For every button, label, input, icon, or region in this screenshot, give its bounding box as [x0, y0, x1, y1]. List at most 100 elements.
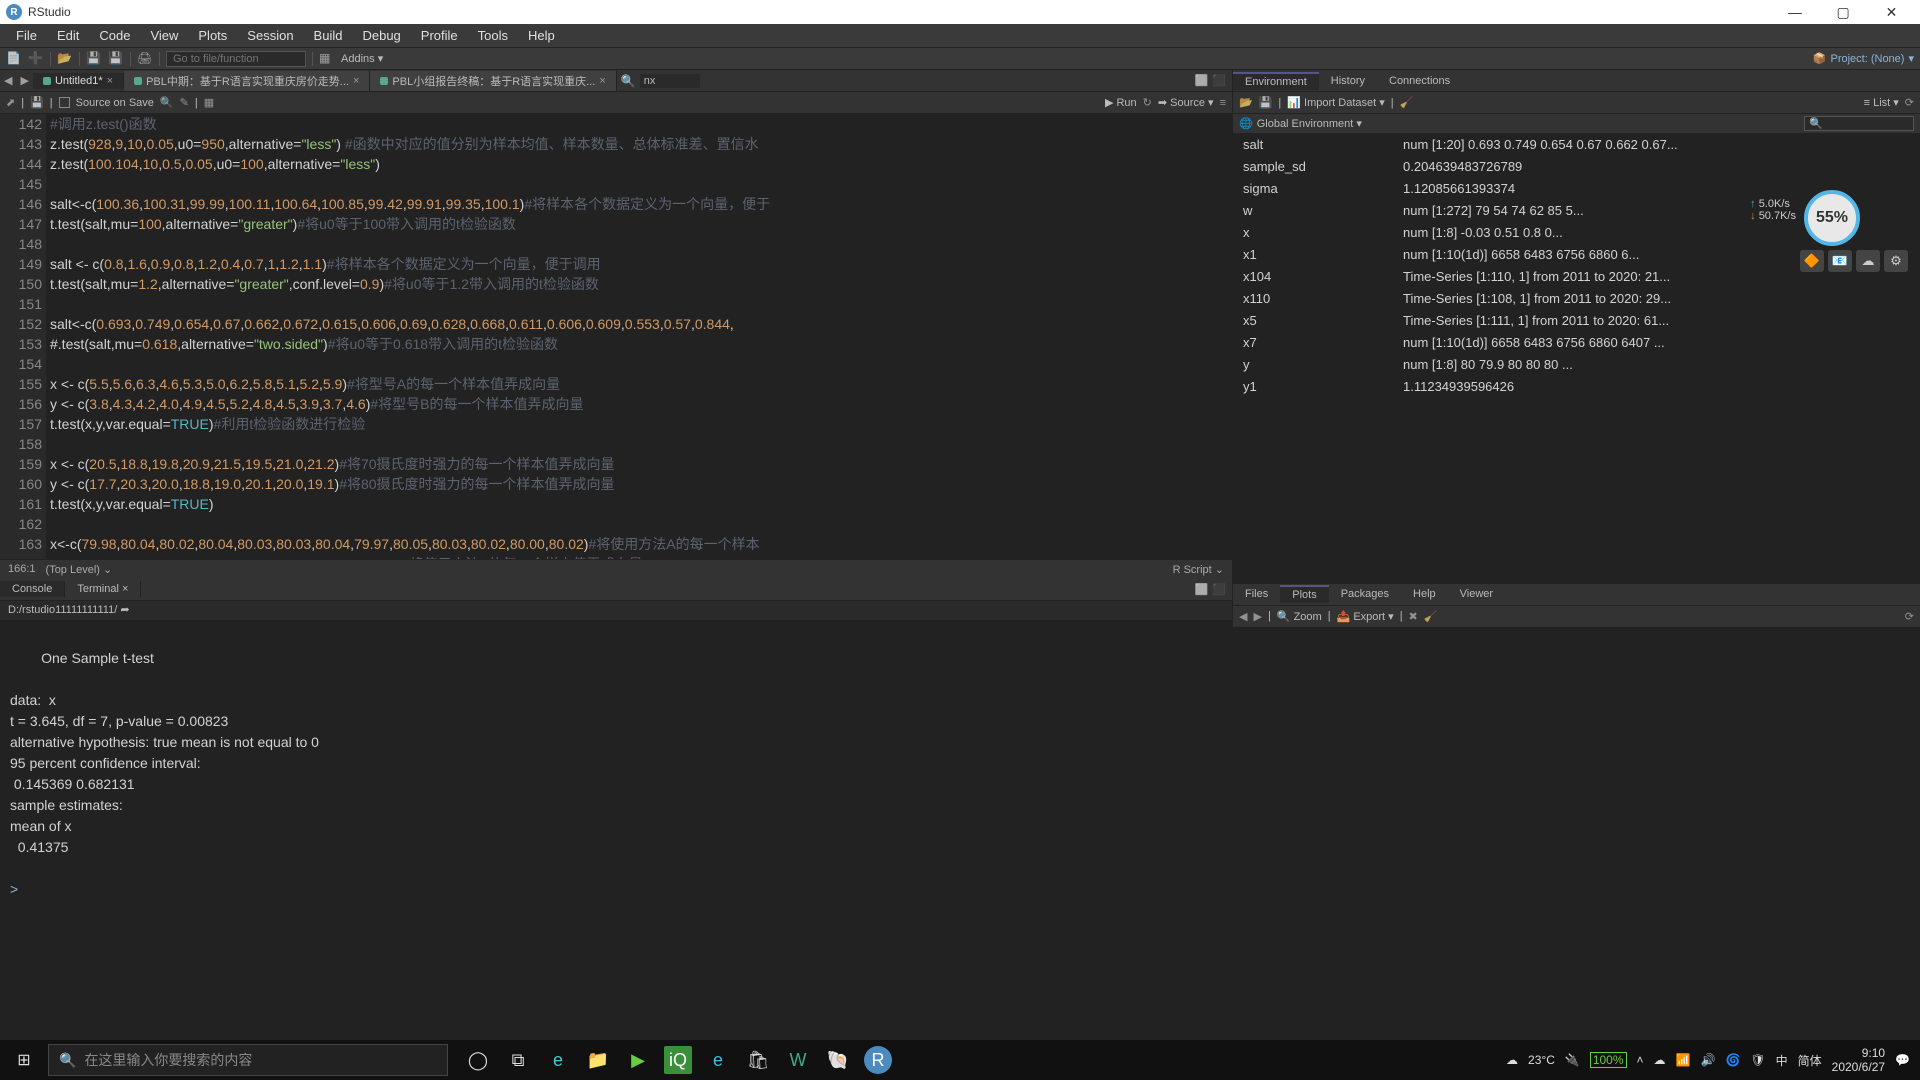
weather-icon[interactable]: ☁: [1506, 1053, 1518, 1067]
nav-back-icon[interactable]: ◀: [0, 74, 16, 87]
prev-plot-icon[interactable]: ◀: [1239, 610, 1247, 623]
onedrive-icon[interactable]: ☁: [1654, 1053, 1666, 1067]
iqiyi-icon[interactable]: iQ: [664, 1046, 692, 1074]
save-workspace-icon[interactable]: 💾: [1259, 96, 1273, 109]
load-workspace-icon[interactable]: 📂: [1239, 96, 1253, 109]
edge-icon[interactable]: e: [544, 1046, 572, 1074]
source-on-save-check[interactable]: [59, 97, 70, 108]
env-variable-row[interactable]: x110Time-Series [1:108, 1] from 2011 to …: [1233, 288, 1920, 310]
start-button[interactable]: ⊞: [0, 1050, 48, 1070]
tab-packages[interactable]: Packages: [1329, 586, 1401, 602]
scope-dropdown[interactable]: Global Environment ▾: [1257, 117, 1362, 130]
env-variable-row[interactable]: x5Time-Series [1:111, 1] from 2011 to 20…: [1233, 310, 1920, 332]
ime-lang[interactable]: 中: [1776, 1052, 1788, 1069]
menu-help[interactable]: Help: [518, 28, 565, 43]
tab-connections[interactable]: Connections: [1377, 73, 1462, 89]
project-selector[interactable]: 📦 Project: (None) ▾: [1813, 52, 1914, 65]
tab-files[interactable]: Files: [1233, 586, 1280, 602]
save-all-icon[interactable]: 💾: [108, 51, 124, 67]
rerun-icon[interactable]: ↻: [1143, 96, 1152, 109]
source-tab-untitled1[interactable]: Untitled1*×: [33, 73, 124, 89]
refresh-icon[interactable]: ⟳: [1905, 610, 1914, 623]
tab-terminal[interactable]: Terminal ×: [65, 581, 141, 597]
env-variable-row[interactable]: sigma1.12085661393374: [1233, 178, 1920, 200]
menu-profile[interactable]: Profile: [411, 28, 468, 43]
source-button[interactable]: ➡ Source ▾: [1158, 96, 1214, 109]
menu-tools[interactable]: Tools: [468, 28, 518, 43]
menu-edit[interactable]: Edit: [47, 28, 89, 43]
menu-file[interactable]: File: [6, 28, 47, 43]
clear-workspace-icon[interactable]: 🧹: [1400, 96, 1414, 109]
refresh-icon[interactable]: ⟳: [1905, 96, 1914, 109]
tab-plots[interactable]: Plots: [1280, 585, 1328, 603]
close-tab-icon[interactable]: ×: [353, 75, 359, 87]
app-icon[interactable]: 🐚: [824, 1046, 852, 1074]
print-icon[interactable]: 🖨: [137, 51, 153, 67]
export-button[interactable]: 📤 Export ▾: [1337, 610, 1394, 623]
minimize-button[interactable]: —: [1772, 4, 1817, 20]
minimize-pane-icon[interactable]: ⬜: [1195, 583, 1209, 596]
scope-label[interactable]: (Top Level) ⌄: [46, 563, 113, 576]
source-tab-pbl-mid[interactable]: PBL中期：基于R语言实现重庆房价走势...×: [124, 71, 370, 91]
save-icon[interactable]: 💾: [30, 96, 44, 109]
maximize-pane-icon[interactable]: ⬛: [1212, 583, 1226, 596]
menu-session[interactable]: Session: [237, 28, 303, 43]
store-icon[interactable]: 🛍: [744, 1046, 772, 1074]
source-tab-pbl-final[interactable]: PBL小组报告终稿：基于R语言实现重庆...×: [370, 71, 616, 91]
remove-plot-icon[interactable]: ✖: [1409, 610, 1418, 623]
ime-mode[interactable]: 简体: [1798, 1052, 1822, 1069]
tab-help[interactable]: Help: [1401, 586, 1448, 602]
addins-dropdown[interactable]: Addins ▾: [341, 52, 383, 65]
menu-build[interactable]: Build: [304, 28, 353, 43]
rstudio-taskbar-icon[interactable]: R: [864, 1046, 892, 1074]
taskbar-search[interactable]: 🔍 在这里输入你要搜索的内容: [48, 1044, 448, 1076]
find-icon[interactable]: 🔍: [160, 96, 174, 109]
widget-icon[interactable]: ⚙: [1884, 250, 1908, 272]
widget-icon[interactable]: 📧: [1828, 250, 1852, 272]
tab-environment[interactable]: Environment: [1233, 72, 1319, 90]
console-output[interactable]: One Sample t-test data: x t = 3.645, df …: [0, 621, 1232, 1078]
code-content[interactable]: #调用z.test()函数z.test(928,9,10,0.05,u0=950…: [50, 114, 770, 559]
source-editor[interactable]: 1421431441451461471481491501511521531541…: [0, 114, 1232, 559]
tab-viewer[interactable]: Viewer: [1448, 586, 1505, 602]
file-type-label[interactable]: R Script ⌄: [1173, 563, 1224, 576]
run-button[interactable]: ▶ Run: [1105, 96, 1137, 109]
widget-icon[interactable]: ☁: [1856, 250, 1880, 272]
word-icon[interactable]: W: [784, 1046, 812, 1074]
env-variable-row[interactable]: sample_sd0.204639483726789: [1233, 156, 1920, 178]
tab-history[interactable]: History: [1319, 73, 1377, 89]
tab-console[interactable]: Console: [0, 581, 65, 597]
goto-dir-icon[interactable]: ➦: [120, 604, 129, 616]
close-tab-icon[interactable]: ×: [599, 75, 605, 87]
menu-view[interactable]: View: [140, 28, 188, 43]
env-variable-row[interactable]: xnum [1:8] -0.03 0.51 0.8 0...: [1233, 222, 1920, 244]
volume-icon[interactable]: 🔊: [1700, 1053, 1715, 1067]
close-tab-icon[interactable]: ×: [107, 75, 113, 87]
clear-plots-icon[interactable]: 🧹: [1424, 610, 1438, 623]
save-icon[interactable]: 💾: [86, 51, 102, 67]
tab-search-input[interactable]: [640, 74, 700, 88]
maximize-pane-icon[interactable]: ⬛: [1212, 74, 1226, 87]
power-icon[interactable]: 🔌: [1565, 1053, 1580, 1067]
maximize-button[interactable]: ▢: [1821, 4, 1866, 21]
cortana-icon[interactable]: ◯: [464, 1046, 492, 1074]
env-variable-row[interactable]: wnum [1:272] 79 54 74 62 85 5...: [1233, 200, 1920, 222]
compile-report-icon[interactable]: ▦: [204, 96, 214, 109]
menu-debug[interactable]: Debug: [352, 28, 410, 43]
taskview-icon[interactable]: ⧉: [504, 1046, 532, 1074]
clock[interactable]: 9:10 2020/6/27: [1832, 1046, 1885, 1074]
outline-icon[interactable]: ≡: [1220, 97, 1226, 109]
open-file-icon[interactable]: 📂: [57, 51, 73, 67]
env-variable-row[interactable]: ynum [1:8] 80 79.9 80 80 80 ...: [1233, 354, 1920, 376]
network-icon[interactable]: 📶: [1676, 1053, 1691, 1067]
env-variable-row[interactable]: saltnum [1:20] 0.693 0.749 0.654 0.67 0.…: [1233, 134, 1920, 156]
grid-icon[interactable]: ▦: [319, 51, 335, 67]
close-button[interactable]: ✕: [1869, 4, 1914, 21]
next-plot-icon[interactable]: ▶: [1253, 610, 1261, 623]
env-variable-row[interactable]: x7num [1:10(1d)] 6658 6483 6756 6860 640…: [1233, 332, 1920, 354]
menu-plots[interactable]: Plots: [188, 28, 237, 43]
new-project-icon[interactable]: ➕: [28, 51, 44, 67]
show-in-new-window-icon[interactable]: ⬈: [6, 96, 15, 109]
sync-icon[interactable]: 🌀: [1725, 1053, 1740, 1067]
menu-code[interactable]: Code: [89, 28, 140, 43]
